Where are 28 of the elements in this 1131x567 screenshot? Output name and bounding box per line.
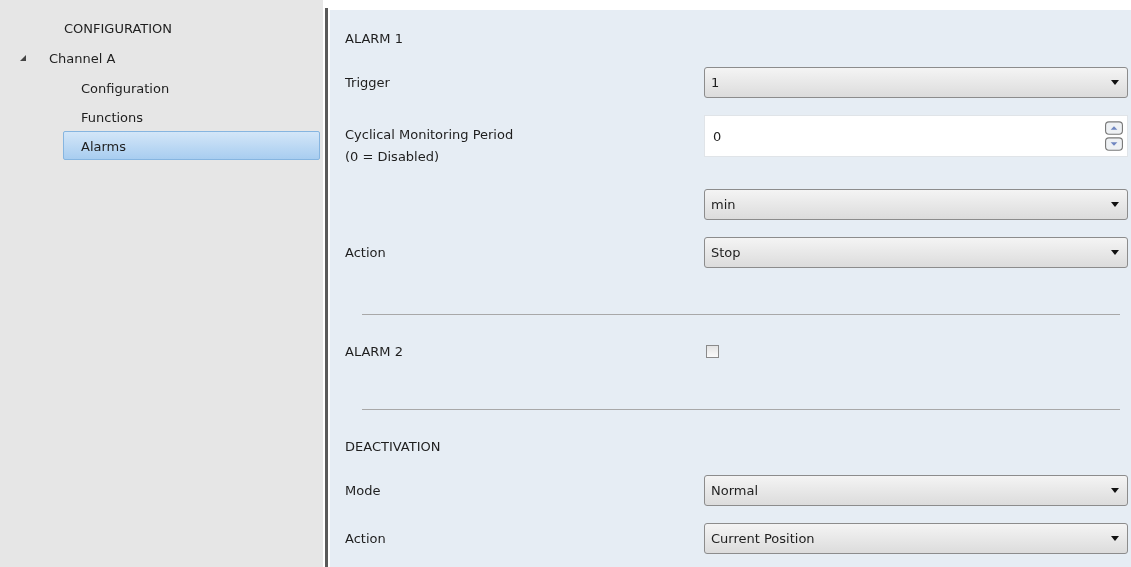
dropdown[interactable]: 1 — [704, 66, 1128, 98]
caret-icon — [1111, 487, 1119, 493]
expander-icon[interactable] — [19, 54, 27, 62]
checkbox-label: ALARM 2 — [345, 343, 404, 359]
tree-item[interactable]: Configuration — [63, 73, 320, 102]
field-label: Trigger — [345, 74, 391, 90]
dropdown[interactable]: min — [704, 188, 1128, 220]
checkbox[interactable] — [706, 344, 719, 358]
caret-icon — [1111, 201, 1119, 207]
tree-item[interactable]: Alarms — [63, 131, 320, 160]
field-label: Action — [345, 244, 387, 260]
number-input[interactable]: 0 — [704, 115, 1128, 157]
tree-item[interactable]: Functions — [63, 102, 320, 131]
caret-icon — [1111, 249, 1119, 255]
field-label: Mode — [345, 482, 382, 498]
decrement-button[interactable] — [1105, 137, 1123, 151]
section-heading: DEACTIVATION — [345, 438, 442, 454]
dropdown[interactable]: Stop — [704, 236, 1128, 268]
field-label: Action — [345, 530, 387, 546]
dropdown[interactable]: Current Position — [704, 522, 1128, 554]
tree-item[interactable]: Channel A — [0, 43, 323, 73]
tree-root-label: CONFIGURATION — [63, 20, 174, 38]
dropdown[interactable]: Normal — [704, 474, 1128, 506]
caret-icon — [1111, 79, 1119, 85]
section-heading: ALARM 1 — [345, 30, 404, 46]
caret-icon — [1111, 535, 1119, 541]
field-label: Cyclical Monitoring Period (0 = Disabled) — [345, 126, 515, 166]
increment-button[interactable] — [1105, 121, 1123, 135]
